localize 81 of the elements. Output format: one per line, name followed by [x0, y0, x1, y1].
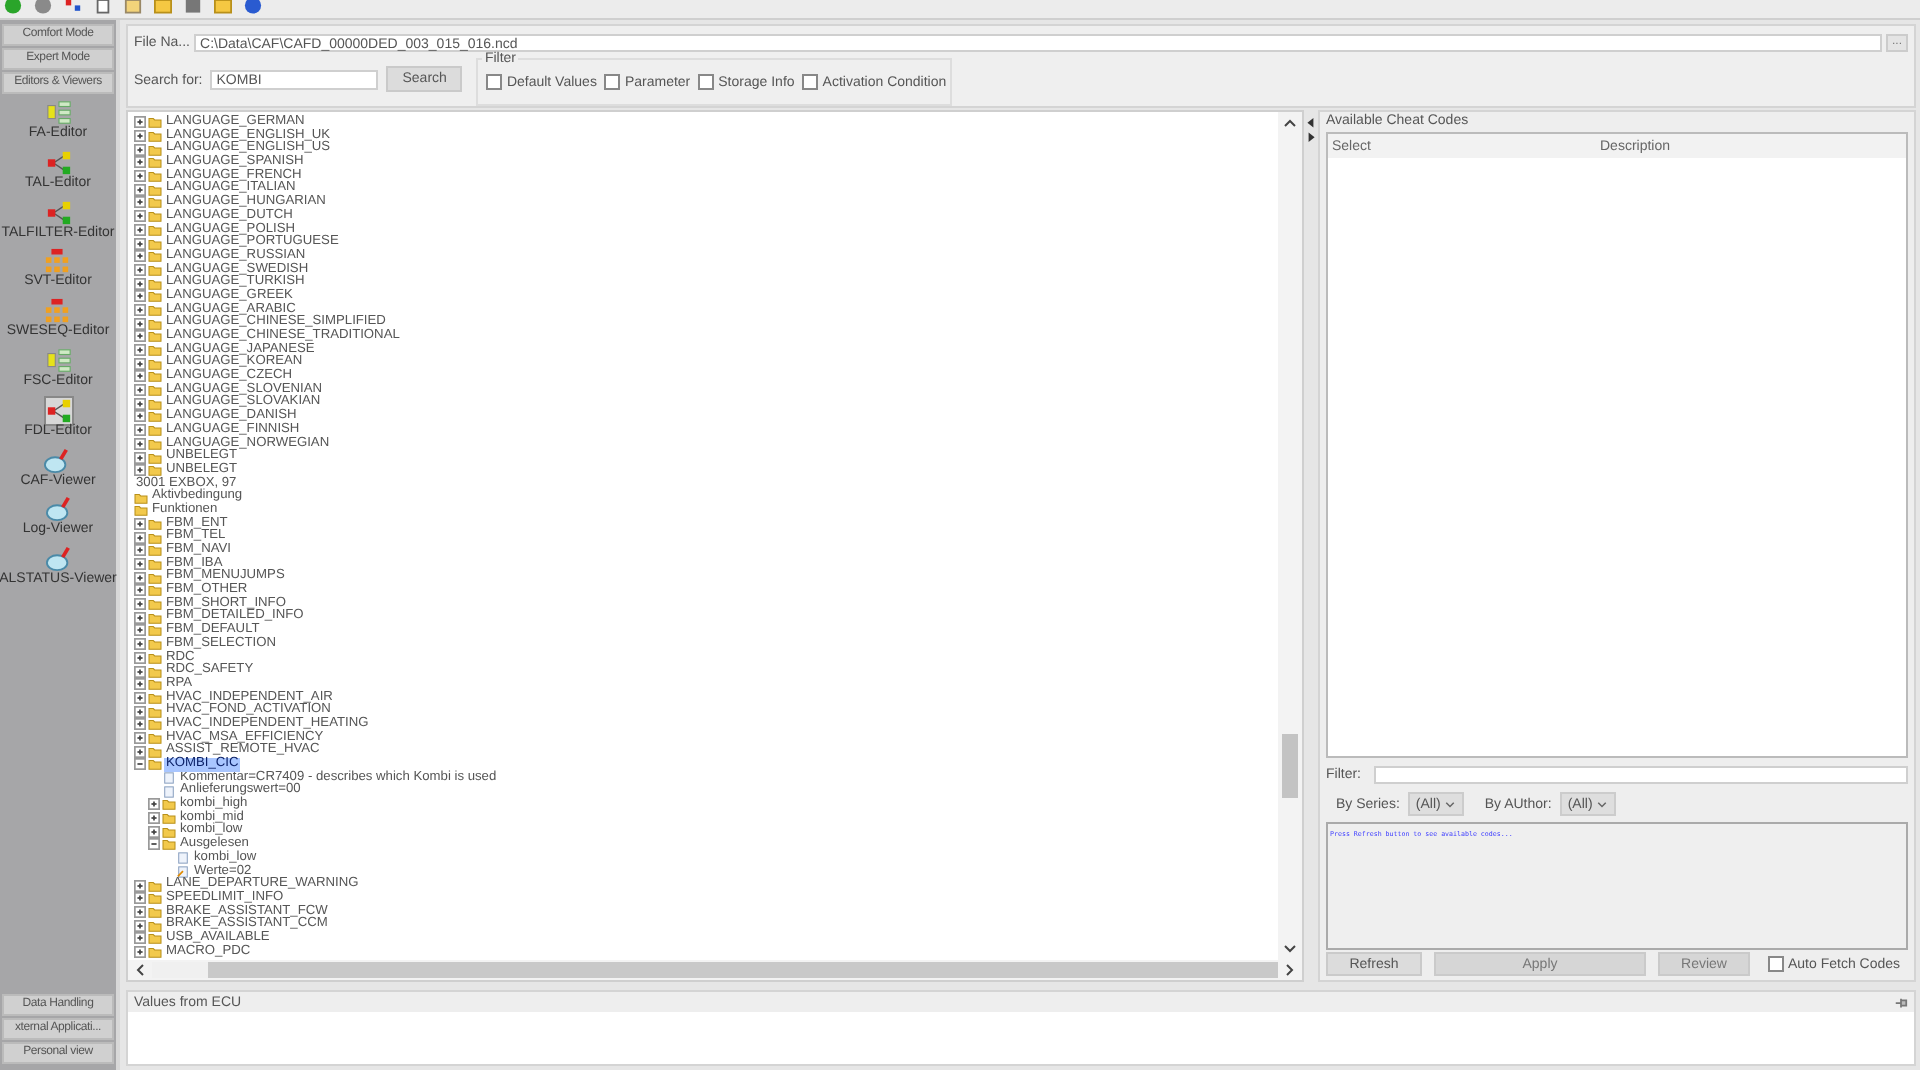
expander-icon[interactable]	[134, 156, 146, 169]
expander-icon[interactable]	[134, 250, 146, 263]
expander-icon[interactable]	[134, 437, 146, 450]
expander-icon[interactable]	[134, 357, 146, 370]
caret-icon[interactable]	[1444, 799, 1457, 810]
expander-icon[interactable]	[134, 638, 146, 651]
expander-icon[interactable]	[134, 624, 146, 637]
expander-icon[interactable]	[134, 397, 146, 410]
expander-icon[interactable]	[148, 812, 160, 825]
expander-icon[interactable]	[134, 517, 146, 530]
expander-icon[interactable]	[134, 678, 146, 691]
network-icon	[45, 149, 71, 176]
expander-icon[interactable]	[134, 665, 146, 678]
expander-icon[interactable]	[134, 651, 146, 664]
expander-icon[interactable]	[134, 531, 146, 544]
expander-icon[interactable]	[134, 277, 146, 290]
expander-icon[interactable]	[134, 718, 146, 731]
expander-icon[interactable]	[134, 196, 146, 209]
horizontal-scrollbar[interactable]	[128, 960, 1302, 980]
vertical-scrollbar[interactable]	[1278, 112, 1302, 960]
expander-icon[interactable]	[134, 424, 146, 437]
expander-icon[interactable]	[134, 303, 146, 316]
expander-icon[interactable]	[134, 263, 146, 276]
expander-icon[interactable]	[134, 130, 146, 143]
scroll-left-icon[interactable]	[134, 962, 146, 978]
expander-icon[interactable]	[134, 116, 146, 129]
document-icon	[176, 852, 190, 865]
expander-icon[interactable]	[134, 558, 146, 571]
pin-icon[interactable]	[1894, 995, 1908, 1009]
network-icon	[45, 397, 71, 424]
scroll-down-icon[interactable]	[1282, 942, 1298, 956]
expander-icon[interactable]	[134, 598, 146, 611]
expander-icon[interactable]	[134, 584, 146, 597]
list-icon	[45, 347, 71, 374]
expander-icon[interactable]	[134, 611, 146, 624]
expander-icon[interactable]	[134, 745, 146, 758]
expander-icon[interactable]	[134, 451, 146, 464]
expander-icon[interactable]	[134, 143, 146, 156]
hierarchy-icon	[44, 298, 71, 325]
expander-icon[interactable]	[134, 919, 146, 932]
list-icon	[45, 100, 71, 126]
filter-field[interactable]	[1373, 766, 1908, 785]
expander-icon[interactable]	[148, 825, 160, 838]
expander-icon[interactable]	[148, 838, 160, 851]
expander-icon[interactable]	[134, 705, 146, 718]
expander-icon[interactable]	[134, 344, 146, 357]
expander-icon[interactable]	[134, 879, 146, 892]
network-icon	[45, 199, 71, 226]
expander-icon[interactable]	[134, 384, 146, 397]
expander-icon[interactable]	[134, 758, 146, 771]
expander-icon[interactable]	[134, 464, 146, 477]
expander-icon[interactable]	[134, 290, 146, 303]
scroll-thumb[interactable]	[1282, 734, 1298, 798]
expander-icon[interactable]	[134, 892, 146, 905]
scroll-thumb[interactable]	[152, 962, 208, 978]
expander-icon[interactable]	[134, 183, 146, 196]
expander-icon[interactable]	[134, 544, 146, 557]
caret-icon[interactable]	[1596, 799, 1609, 810]
expander-icon[interactable]	[134, 330, 146, 343]
hierarchy-icon	[44, 248, 71, 275]
expander-icon[interactable]	[134, 223, 146, 236]
expander-icon[interactable]	[134, 905, 146, 918]
expander-icon[interactable]	[134, 237, 146, 250]
lens-icon	[45, 496, 71, 523]
expander-icon[interactable]	[134, 210, 146, 223]
expander-icon[interactable]	[134, 410, 146, 423]
expander-icon[interactable]	[134, 317, 146, 330]
scroll-right-icon[interactable]	[1284, 962, 1296, 978]
expander-icon[interactable]	[134, 170, 146, 183]
lens-icon	[44, 447, 71, 474]
expander-icon[interactable]	[134, 945, 146, 958]
expander-icon[interactable]	[148, 798, 160, 811]
expander-icon[interactable]	[134, 932, 146, 945]
expander-icon[interactable]	[134, 731, 146, 744]
expander-icon[interactable]	[134, 691, 146, 704]
expander-icon[interactable]	[134, 571, 146, 584]
scroll-up-icon[interactable]	[1282, 116, 1298, 130]
lens-icon	[45, 546, 71, 573]
status-icon[interactable]	[4, 0, 22, 18]
help-icon[interactable]	[244, 0, 262, 18]
expander-icon[interactable]	[134, 370, 146, 383]
